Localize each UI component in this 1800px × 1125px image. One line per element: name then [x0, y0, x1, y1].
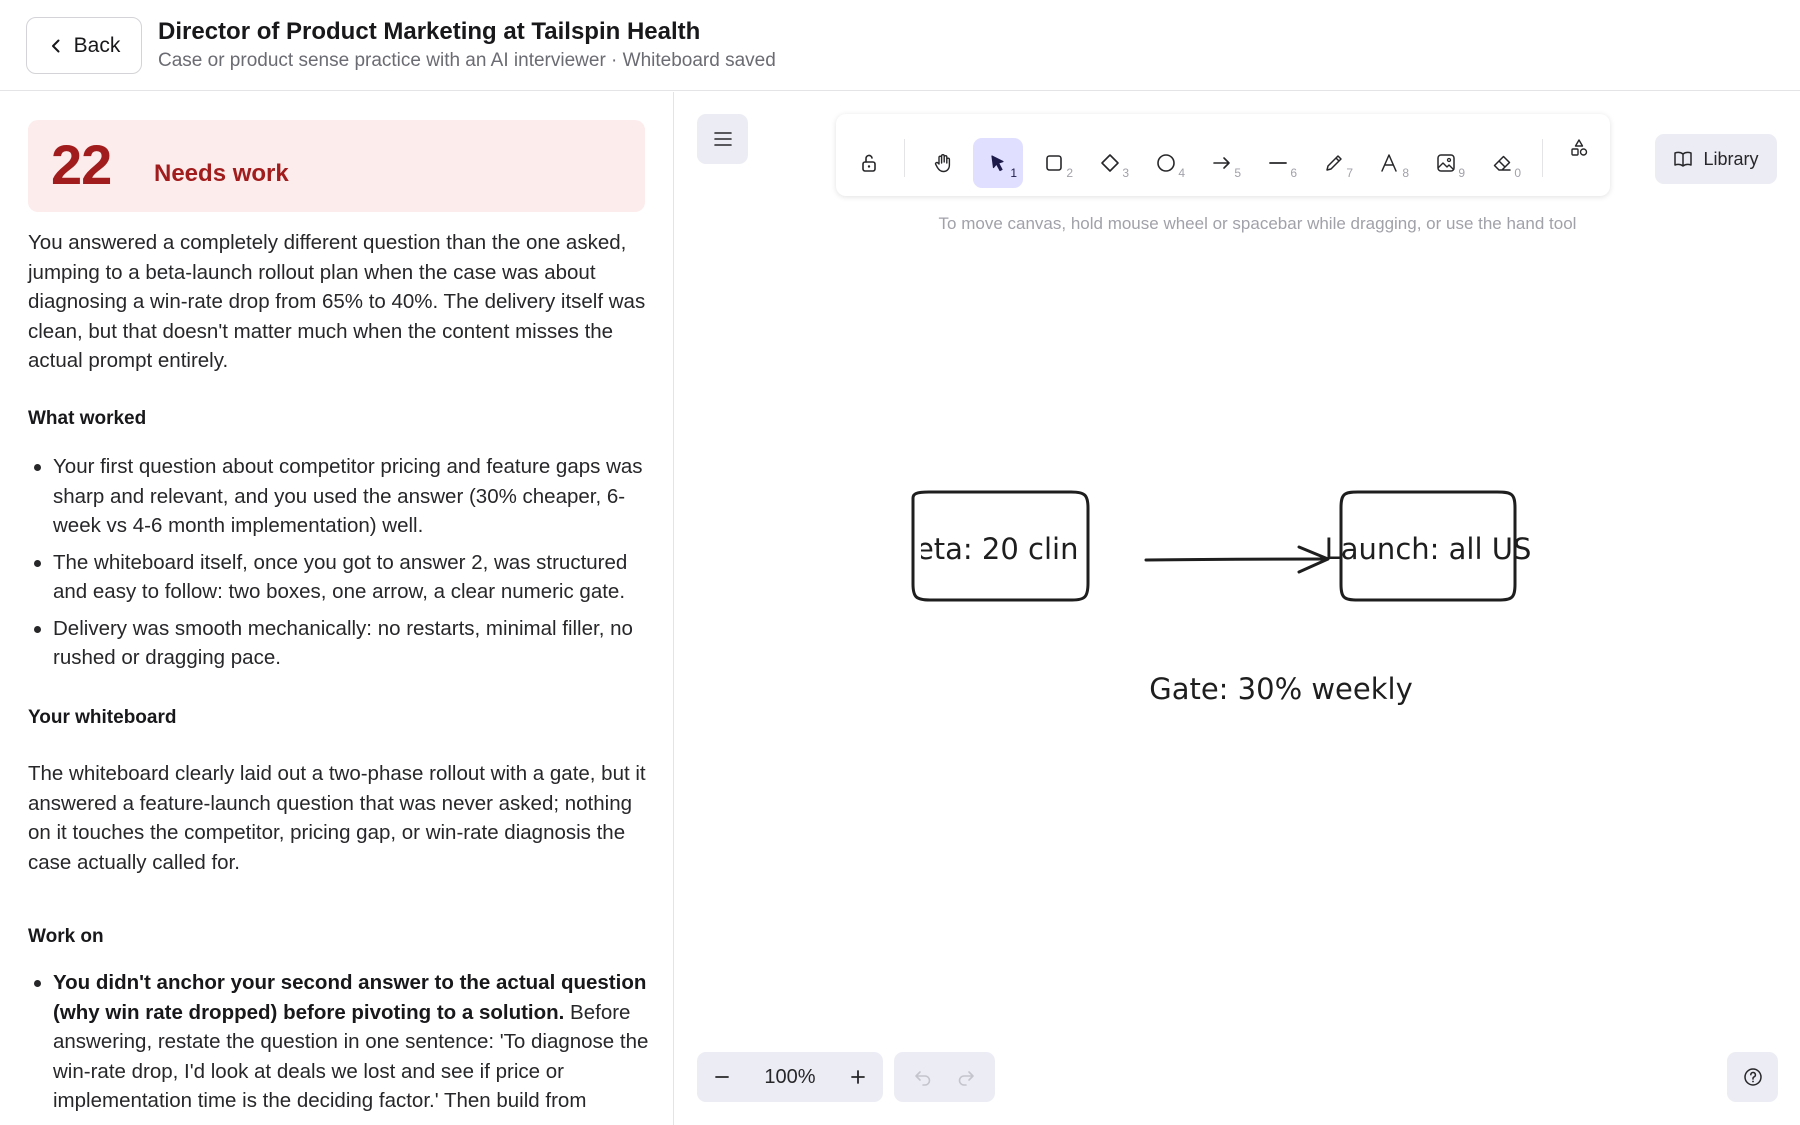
- tool-key: 2: [1066, 166, 1073, 180]
- text-icon: [1381, 154, 1397, 172]
- summary-text: You answered a completely different ques…: [28, 231, 646, 372]
- zoom-level[interactable]: 100%: [747, 1066, 833, 1089]
- zoom-in-button[interactable]: [833, 1052, 883, 1102]
- plus-icon: [851, 1070, 865, 1084]
- list-item: Delivery was smooth mechanically: no res…: [28, 614, 653, 673]
- image-icon: [1437, 154, 1455, 172]
- score-value: 22: [51, 133, 112, 196]
- tool-key: 4: [1178, 166, 1185, 180]
- hamburger-icon: [713, 132, 732, 146]
- work-on-heading: Work on: [28, 926, 104, 947]
- tool-key: 6: [1290, 166, 1297, 180]
- tool-text[interactable]: 8: [1365, 138, 1415, 188]
- header: Back Director of Product Marketing at Ta…: [0, 0, 1800, 91]
- arrow-head: [1297, 545, 1330, 574]
- tool-key: 8: [1402, 166, 1409, 180]
- page-subtitle: Case or product sense practice with an A…: [158, 50, 776, 71]
- line-icon: [1269, 162, 1287, 164]
- hand-icon: [934, 154, 951, 173]
- back-button[interactable]: Back: [26, 17, 142, 74]
- help-icon: [1743, 1068, 1762, 1086]
- chevron-left-icon: [51, 39, 60, 52]
- tool-key: 7: [1346, 166, 1353, 180]
- circle-icon: [1157, 154, 1175, 172]
- pencil-icon: [1326, 155, 1342, 171]
- unlock-icon: [862, 154, 876, 172]
- whiteboard-text: The whiteboard clearly laid out a two-ph…: [28, 762, 646, 874]
- zoom-out-button[interactable]: [697, 1052, 747, 1102]
- tool-ellipse[interactable]: 4: [1141, 138, 1191, 188]
- tool-key: 3: [1122, 166, 1129, 180]
- whiteboard-heading: Your whiteboard: [28, 707, 177, 728]
- tool-key: 9: [1458, 166, 1465, 180]
- history-controls: [894, 1052, 995, 1102]
- box-launch-text: Launch: all US: [1325, 532, 1532, 566]
- help-button[interactable]: [1727, 1052, 1778, 1102]
- tool-image[interactable]: 9: [1421, 138, 1471, 188]
- score-card: 22 Needs work: [28, 120, 645, 212]
- minus-icon: [715, 1076, 729, 1078]
- more-shapes-button[interactable]: [1554, 123, 1604, 173]
- what-worked-heading: What worked: [28, 408, 147, 429]
- rectangle-icon: [1046, 155, 1062, 171]
- list-item: You didn't anchor your second answer to …: [28, 968, 653, 1116]
- library-button[interactable]: Library: [1655, 134, 1777, 184]
- gate-text: Gate: 30% weekly: [1149, 672, 1413, 706]
- shapes-icon: [1571, 139, 1588, 156]
- work-on-list: You didn't anchor your second answer to …: [28, 968, 653, 1123]
- tool-key: 1: [1010, 166, 1017, 180]
- eraser-icon: [1493, 155, 1511, 171]
- arrow-right-icon: [1213, 157, 1230, 169]
- whiteboard-canvas[interactable]: 3eta: 20 clinic Launch: all US Gate: 30%…: [675, 92, 1800, 1125]
- list-item: The whiteboard itself, once you got to a…: [28, 548, 653, 607]
- tool-eraser[interactable]: 0: [1477, 138, 1527, 188]
- shape-toolbar: 1 2 3 4 5 6 7 8 9 0: [836, 114, 1610, 196]
- tool-arrow[interactable]: 5: [1197, 138, 1247, 188]
- pointer-icon: [991, 155, 1004, 172]
- undo-icon[interactable]: [913, 1067, 933, 1087]
- book-open-icon: [1674, 151, 1693, 167]
- list-item: Your first question about competitor pri…: [28, 452, 653, 541]
- tool-hand[interactable]: [918, 138, 968, 188]
- back-label: Back: [73, 33, 121, 57]
- canvas-hint: To move canvas, hold mouse wheel or spac…: [938, 214, 1577, 233]
- score-label: Needs work: [154, 160, 289, 187]
- arrow-connector: [1144, 557, 1329, 562]
- work-on-bold: You didn't anchor your second answer to …: [53, 971, 647, 1024]
- box-launch: [1339, 490, 1517, 602]
- toolbar-divider: [1542, 139, 1543, 177]
- zoom-controls: 100%: [697, 1052, 883, 1102]
- tool-key: 5: [1234, 166, 1241, 180]
- what-worked-list: Your first question about competitor pri…: [28, 452, 653, 680]
- tool-diamond[interactable]: 3: [1085, 138, 1135, 188]
- tool-selection[interactable]: 1: [973, 138, 1023, 188]
- feedback-panel[interactable]: 22 Needs work You answered a completely …: [0, 92, 674, 1125]
- box-beta: [911, 490, 1090, 602]
- tool-draw[interactable]: 7: [1309, 138, 1359, 188]
- page-title: Director of Product Marketing at Tailspi…: [158, 18, 701, 45]
- tool-lock[interactable]: [844, 138, 894, 188]
- toolbar-divider: [904, 139, 905, 177]
- main-menu-button[interactable]: [697, 114, 748, 164]
- whiteboard-drawing: 3eta: 20 clinic Launch: all US Gate: 30%…: [898, 490, 1532, 706]
- tool-key: 0: [1514, 166, 1521, 180]
- library-label: Library: [1703, 148, 1759, 169]
- redo-icon[interactable]: [956, 1067, 976, 1087]
- tool-line[interactable]: 6: [1253, 138, 1303, 188]
- diamond-icon: [1101, 154, 1119, 172]
- tool-rectangle[interactable]: 2: [1029, 138, 1079, 188]
- box-beta-text: 3eta: 20 clinic: [898, 532, 1103, 566]
